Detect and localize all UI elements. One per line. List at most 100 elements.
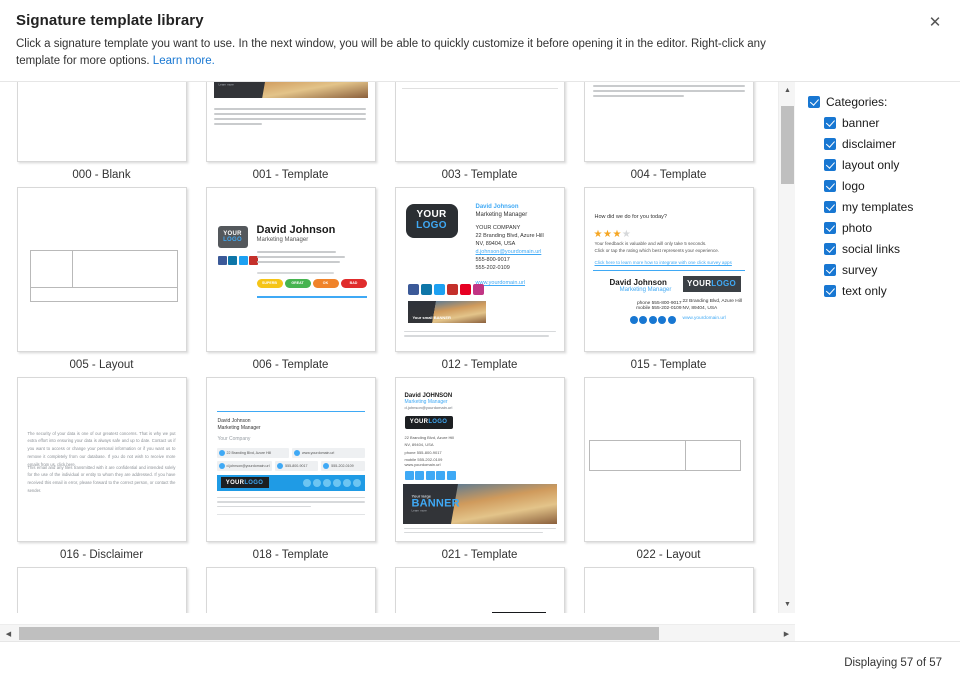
survey-button-superb[interactable]: SUPERB	[256, 278, 283, 288]
template-thumbnail[interactable]: David JOHNSON Marketing Manager d.johnso…	[394, 376, 565, 542]
template-cell[interactable]: LOGO	[385, 81, 574, 187]
template-cell[interactable]: 005 - Layout	[7, 186, 196, 377]
template-cell[interactable]: The security of your data is one of our …	[7, 376, 196, 567]
thumb-email[interactable]: d.johnson@yourdomain.url	[476, 249, 558, 257]
thumb-phone: 555-800-9017	[475, 256, 510, 263]
template-cell[interactable]: David JOHNSON YOURLOGO	[385, 566, 574, 613]
gallery-vertical-scrollbar[interactable]: ▲ ▼	[778, 81, 795, 613]
thumb-role: Marketing Manager	[256, 236, 309, 243]
category-item-logo[interactable]: logo	[808, 176, 950, 197]
template-thumbnail[interactable]: YOURLOGO	[583, 81, 754, 162]
category-item-survey[interactable]: survey	[808, 260, 950, 281]
template-cell[interactable]: YOURLOGO 004 - T	[574, 81, 763, 187]
template-cell[interactable]: 000 - Blank	[7, 81, 196, 187]
template-thumbnail[interactable]: David Johnson Marketing Manager Your Com…	[205, 376, 376, 542]
thumb-website[interactable]: www.yourdomain.url	[683, 316, 726, 321]
template-cell[interactable]: David JOHNSON Marketing Manager d.johnso…	[385, 376, 574, 567]
category-item-my-templates[interactable]: my templates	[808, 197, 950, 218]
template-cell[interactable]: YOUR LOGO David Johnson Marketing Manage	[196, 186, 385, 377]
star-icon[interactable]: ★	[622, 229, 631, 240]
template-thumbnail[interactable]: LOGO	[394, 81, 565, 162]
template-caption: 012 - Template	[441, 358, 518, 371]
template-caption: 016 - Disclaimer	[59, 548, 144, 561]
learn-more-link[interactable]: Learn more.	[153, 55, 215, 67]
template-cell[interactable]: Your medium BANNER Learn more	[196, 81, 385, 187]
category-checkbox-social-links[interactable]	[824, 243, 836, 255]
template-cell[interactable]: YOUR LOGO David Johnson Marketing Manage…	[385, 186, 574, 377]
thumb-website[interactable]: www.yourdomain.url	[405, 462, 441, 467]
survey-button-ok[interactable]: OK	[312, 278, 339, 288]
thumb-website[interactable]: www.yourdomain.url	[476, 280, 558, 288]
survey-button-great[interactable]: GREAT	[284, 278, 311, 288]
scroll-left-icon[interactable]: ◀	[0, 625, 17, 641]
scroll-right-icon[interactable]: ▶	[778, 625, 795, 641]
vertical-scrollbar-thumb[interactable]	[781, 105, 794, 184]
category-item-photo[interactable]: photo	[808, 218, 950, 239]
thumb-phone: 555-800-9017	[285, 463, 308, 468]
category-item-banner[interactable]: banner	[808, 113, 950, 134]
template-thumbnail[interactable]: David Johnson	[16, 566, 187, 613]
logo-text-logo: LOGO	[428, 419, 448, 425]
category-checkbox-logo[interactable]	[824, 180, 836, 192]
category-item-layout-only[interactable]: layout only	[808, 155, 950, 176]
category-checkbox-text-only[interactable]	[824, 285, 836, 297]
signature-template-library-dialog: Signature template library Click a signa…	[0, 0, 960, 683]
template-cell[interactable]: 022 - Layout	[574, 376, 763, 567]
category-checkbox-my-templates[interactable]	[824, 201, 836, 213]
thumb-mobile: mobile 555-202-0109	[636, 305, 682, 311]
template-cell[interactable]: How did we do for you today? ★★★★ Your f…	[574, 186, 763, 377]
template-caption: 000 - Blank	[72, 168, 131, 181]
thumb-email[interactable]: d.johnson@yourdomain.url	[405, 405, 453, 410]
scroll-up-icon[interactable]: ▲	[779, 81, 795, 99]
category-item-social-links[interactable]: social links	[808, 239, 950, 260]
category-checkbox-photo[interactable]	[824, 222, 836, 234]
scroll-down-icon[interactable]: ▼	[779, 595, 795, 613]
template-cell[interactable]: David Johnson	[7, 566, 196, 613]
template-thumbnail[interactable]: How did we do for you today? ★★★★ Your f…	[583, 186, 754, 352]
category-checkbox-layout-only[interactable]	[824, 159, 836, 171]
thumb-mobile: 555-202-0109	[331, 463, 354, 468]
template-thumbnail[interactable]: Your medium BANNER Learn more	[205, 81, 376, 162]
template-cell[interactable]	[196, 566, 385, 613]
page-title: Signature template library	[16, 12, 204, 29]
horizontal-scrollbar-thumb[interactable]	[19, 627, 659, 640]
close-icon[interactable]: ✕	[924, 12, 946, 34]
thumb-role: Marketing Manager	[404, 398, 448, 405]
category-checkbox-disclaimer[interactable]	[824, 138, 836, 150]
template-thumbnail[interactable]: YOUR LOGO David Johnson Marketing Manage…	[394, 186, 565, 352]
thumb-website[interactable]: www.yourdomain.url	[302, 451, 334, 455]
category-item-text-only[interactable]: text only	[808, 281, 950, 302]
survey-button-bad[interactable]: BAD	[340, 278, 367, 288]
dialog-description: Click a signature template you want to u…	[16, 36, 776, 71]
template-cell[interactable]: David Johnson Marketing Manager Your Com…	[196, 376, 385, 567]
template-gallery[interactable]: 000 - Blank Your medium BANNER Learn mor…	[0, 81, 773, 613]
thumb-email[interactable]: d.johnson@yourdomain.url	[227, 464, 270, 468]
gallery-horizontal-scrollbar[interactable]: ◀ ▶	[0, 624, 795, 641]
template-thumbnail[interactable]	[583, 566, 754, 613]
template-thumbnail[interactable]	[16, 81, 187, 162]
logo-text-logo: LOGO	[244, 479, 264, 486]
displaying-count: Displaying 57 of 57	[844, 656, 942, 669]
category-checkbox-banner[interactable]	[824, 117, 836, 129]
template-cell[interactable]	[574, 566, 763, 613]
thumb-company: Your Company	[217, 435, 251, 442]
star-icon[interactable]: ★	[612, 229, 621, 240]
template-thumbnail[interactable]	[583, 376, 754, 542]
template-thumbnail[interactable]	[205, 566, 376, 613]
thumb-name: David JOHNSON	[404, 392, 453, 399]
template-thumbnail[interactable]: The security of your data is one of our …	[16, 376, 187, 542]
category-checkbox-survey[interactable]	[824, 264, 836, 276]
template-caption: 004 - Template	[630, 168, 707, 181]
star-icon[interactable]: ★	[594, 229, 603, 240]
template-gallery-container: 000 - Blank Your medium BANNER Learn mor…	[0, 81, 795, 641]
template-thumbnail[interactable]	[16, 186, 187, 352]
rating-link[interactable]: Click here to learn more how to integrat…	[595, 260, 732, 265]
template-thumbnail[interactable]: YOUR LOGO David Johnson Marketing Manage	[205, 186, 376, 352]
categories-header-row[interactable]: Categories:	[808, 92, 950, 113]
logo-text-your: YOUR	[686, 279, 712, 288]
template-thumbnail[interactable]: David JOHNSON YOURLOGO	[394, 566, 565, 613]
categories-master-checkbox[interactable]	[808, 96, 820, 108]
thumb-role: Marketing Manager	[475, 212, 528, 219]
logo-text-your: YOUR	[225, 479, 245, 486]
category-item-disclaimer[interactable]: disclaimer	[808, 134, 950, 155]
